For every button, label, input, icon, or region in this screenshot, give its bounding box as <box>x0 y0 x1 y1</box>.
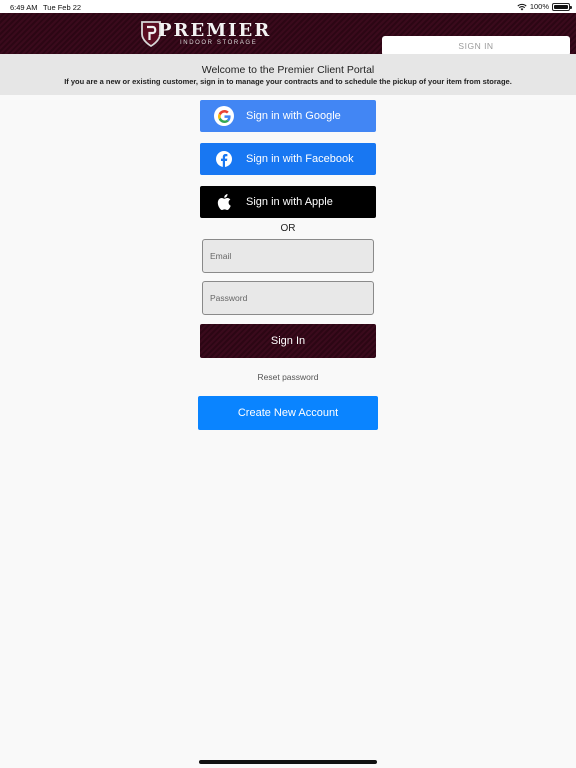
brand-logo: PREMIER INDOOR STORAGE <box>140 18 271 50</box>
google-sign-in-label: Sign in with Google <box>246 110 341 122</box>
status-bar: 6:49 AM Tue Feb 22 100% <box>0 0 576 13</box>
or-divider: OR <box>280 223 296 234</box>
google-icon <box>214 106 234 126</box>
status-date: Tue Feb 22 <box>43 3 82 12</box>
apple-sign-in-button[interactable]: Sign in with Apple <box>200 186 376 218</box>
password-field[interactable] <box>202 281 374 315</box>
welcome-banner: Welcome to the Premier Client Portal If … <box>0 54 576 95</box>
banner-subtitle: If you are a new or existing customer, s… <box>64 77 512 86</box>
logo-main-text: PREMIER <box>158 19 272 41</box>
facebook-sign-in-button[interactable]: Sign in with Facebook <box>200 143 376 175</box>
home-indicator[interactable] <box>199 760 377 764</box>
apple-sign-in-label: Sign in with Apple <box>246 196 333 208</box>
wifi-icon <box>517 3 527 10</box>
facebook-icon <box>216 151 232 167</box>
battery-icon <box>552 2 572 11</box>
header-sign-in-button[interactable]: SIGN IN <box>382 36 570 56</box>
status-right: 100% <box>517 2 572 11</box>
facebook-sign-in-label: Sign in with Facebook <box>246 153 354 165</box>
reset-password-link[interactable]: Reset password <box>200 372 376 382</box>
apple-icon <box>216 194 232 210</box>
logo-sub-text: INDOOR STORAGE <box>180 39 258 46</box>
logo-text: PREMIER INDOOR STORAGE <box>158 19 272 47</box>
app-header: PREMIER INDOOR STORAGE SIGN IN <box>0 13 576 56</box>
create-account-button[interactable]: Create New Account <box>198 396 378 430</box>
status-time: 6:49 AM <box>10 3 38 12</box>
email-field[interactable] <box>202 239 374 273</box>
banner-title: Welcome to the Premier Client Portal <box>201 64 375 76</box>
google-sign-in-button[interactable]: Sign in with Google <box>200 100 376 132</box>
sign-in-button[interactable]: Sign In <box>200 324 376 358</box>
battery-percent: 100% <box>529 2 549 11</box>
